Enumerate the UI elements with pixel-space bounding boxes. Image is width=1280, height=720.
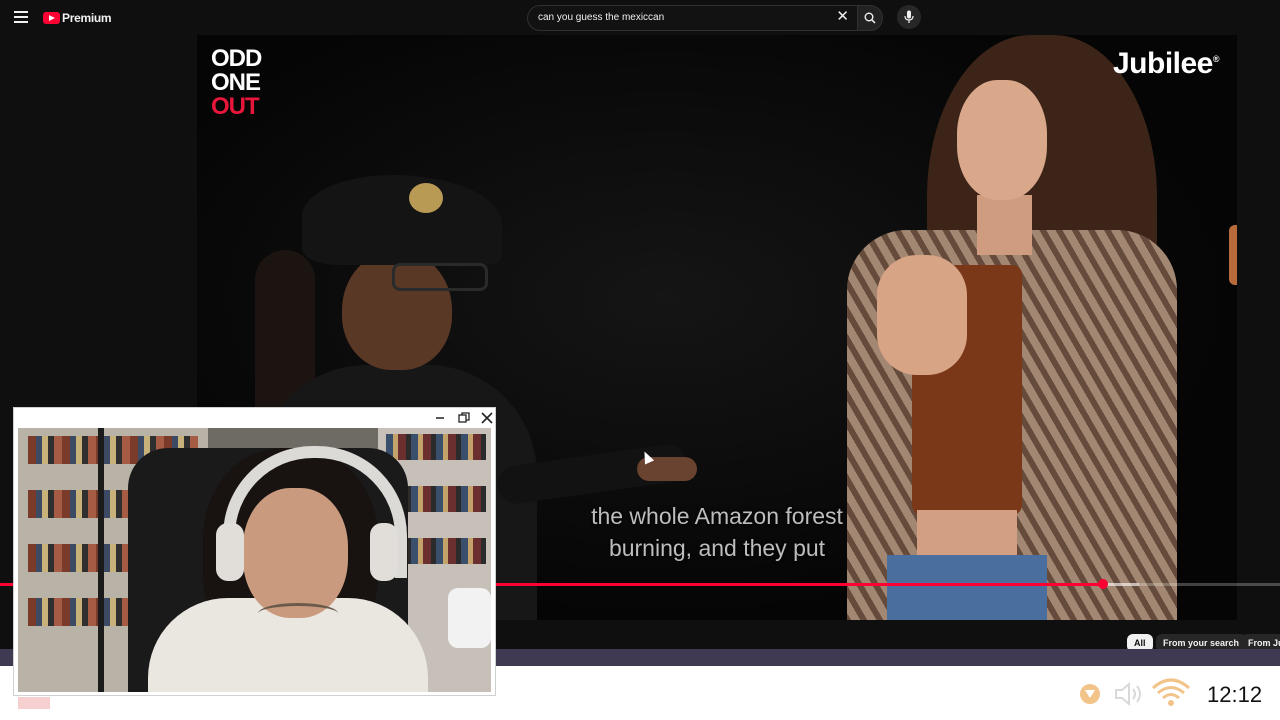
taskbar-clock[interactable]: 12:12 [1207,682,1262,708]
microphone-icon [904,10,914,23]
menu-icon[interactable] [14,11,28,23]
subtitle-caption: the whole Amazon forest burning, and the… [591,503,843,561]
close-icon[interactable]: ✕ [836,9,849,25]
search-input-value[interactable]: can you guess the mexiccan [538,12,664,23]
wifi-icon[interactable] [1151,678,1191,708]
search-icon [864,12,876,24]
volume-icon[interactable] [1113,680,1145,708]
voice-search-button[interactable] [897,5,921,29]
channel-watermark: Jubilee® [1112,47,1220,80]
youtube-premium-logo[interactable]: Premium [43,9,112,27]
webcam-feed [18,428,491,692]
odd-one-out-logo: ODD ONE OUT [211,45,262,120]
search-input[interactable]: can you guess the mexiccan ✕ [527,5,858,31]
logo-text: Premium [62,11,112,25]
webcam-overlay-window[interactable] [13,407,496,696]
restore-icon[interactable] [455,409,473,427]
youtube-logo-icon [43,12,60,24]
minimize-icon[interactable] [431,409,449,427]
warning-icon[interactable] [1080,684,1100,704]
search-button[interactable] [857,5,883,31]
close-icon[interactable] [478,409,496,427]
youtube-header: Premium can you guess the mexiccan ✕ [0,0,1280,35]
pip-titlebar[interactable] [14,408,495,428]
desktop-fragment [18,697,50,709]
